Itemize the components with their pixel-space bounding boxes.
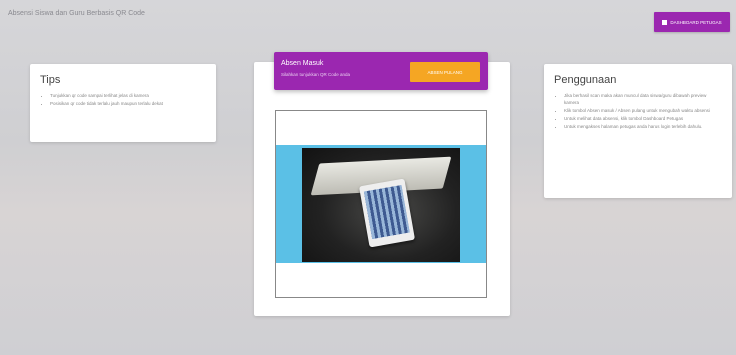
- qr-scanner-frame: [275, 110, 487, 298]
- camera-preview: [276, 145, 486, 263]
- dashboard-button-label: DASHBOARD PETUGAS: [670, 19, 722, 25]
- list-item: Untuk mengakses halaman petugas anda har…: [564, 123, 722, 130]
- list-item: Tunjukkan qr code sampai terlihat jelas …: [50, 92, 206, 99]
- list-item: Jika berhasil scan maka akan muncul data…: [564, 92, 722, 106]
- usage-card: Penggunaan Jika berhasil scan maka akan …: [544, 64, 732, 198]
- usage-title: Penggunaan: [554, 74, 617, 86]
- qr-code-image: [363, 185, 410, 239]
- usage-list: Jika berhasil scan maka akan muncul data…: [554, 92, 722, 130]
- tips-title: Tips: [40, 74, 61, 86]
- list-item: Untuk melihat data absensi, klik tombol …: [564, 115, 722, 122]
- tips-list: Tunjukkan qr code sampai terlihat jelas …: [40, 92, 206, 107]
- list-item: Klik tombol Absen masuk / Absen pulang u…: [564, 107, 722, 114]
- camera-video: [302, 148, 460, 262]
- dashboard-petugas-button[interactable]: DASHBOARD PETUGAS: [654, 12, 730, 32]
- attendance-subtitle: Silahkan tunjukkan QR Code anda: [281, 72, 351, 77]
- absen-pulang-button[interactable]: ABSEN PULANG: [410, 62, 480, 82]
- list-item: Posisikan qr code tidak terlalu jauh mau…: [50, 100, 206, 107]
- attendance-header: Absen Masuk Silahkan tunjukkan QR Code a…: [274, 52, 488, 90]
- tips-card: Tips Tunjukkan qr code sampai terlihat j…: [30, 64, 216, 142]
- dashboard-icon: [662, 19, 668, 25]
- app-title: Absensi Siswa dan Guru Berbasis QR Code: [8, 10, 145, 17]
- attendance-title: Absen Masuk: [281, 60, 324, 67]
